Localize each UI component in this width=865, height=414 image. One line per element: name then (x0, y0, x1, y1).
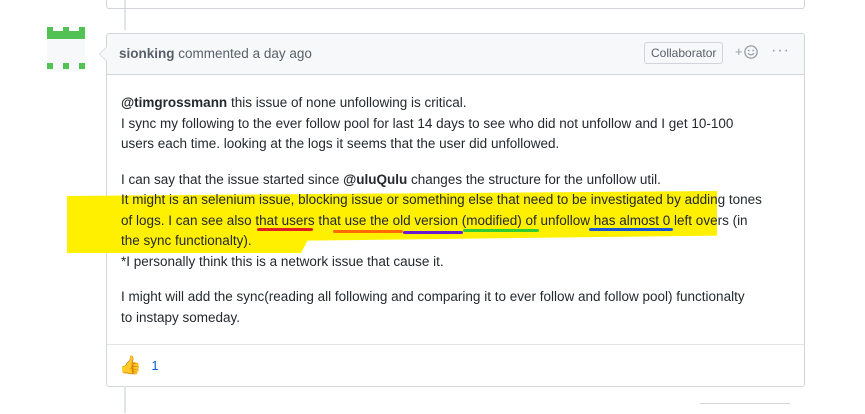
comment-header: sionking commented a day ago Collaborato… (107, 34, 804, 75)
blue-underline (589, 228, 673, 231)
smiley-icon (743, 44, 758, 59)
timeline-line (124, 386, 126, 413)
red-underline (257, 228, 313, 231)
comment-meta: sionking commented a day ago (119, 46, 312, 61)
mention-uluqulu[interactable]: @uluQulu (343, 172, 407, 187)
next-item-edge (700, 403, 790, 414)
reaction-count: 1 (151, 357, 159, 373)
comment-author[interactable]: sionking (119, 46, 175, 61)
comment-body: @timgrossmann this issue of none unfollo… (67, 75, 804, 328)
comment-box: sionking commented a day ago Collaborato… (67, 33, 805, 387)
reactions-bar: 👍 1 (107, 344, 804, 387)
avatar[interactable] (47, 27, 85, 71)
comment-timestamp[interactable]: a day ago (253, 46, 312, 61)
comment-action: commented (178, 46, 249, 61)
purple-underline (403, 231, 463, 234)
reaction-thumbs-up[interactable]: 👍 1 (119, 353, 159, 377)
paragraph-3: I might will add the sync(reading all fo… (121, 289, 745, 325)
orange-underline (333, 230, 403, 233)
more-options-icon[interactable]: ··· (771, 42, 790, 60)
green-underline (463, 229, 539, 232)
collaborator-badge: Collaborator (644, 42, 724, 64)
add-reaction-button[interactable]: + (735, 44, 758, 59)
previous-comment-edge (106, 0, 805, 9)
paragraph-2: I can say that the issue started since @… (121, 171, 762, 269)
mention-timgrossmann[interactable]: @timgrossmann (121, 95, 227, 110)
paragraph-1: @timgrossmann this issue of none unfollo… (121, 95, 734, 151)
thumbs-up-icon: 👍 (119, 354, 142, 375)
